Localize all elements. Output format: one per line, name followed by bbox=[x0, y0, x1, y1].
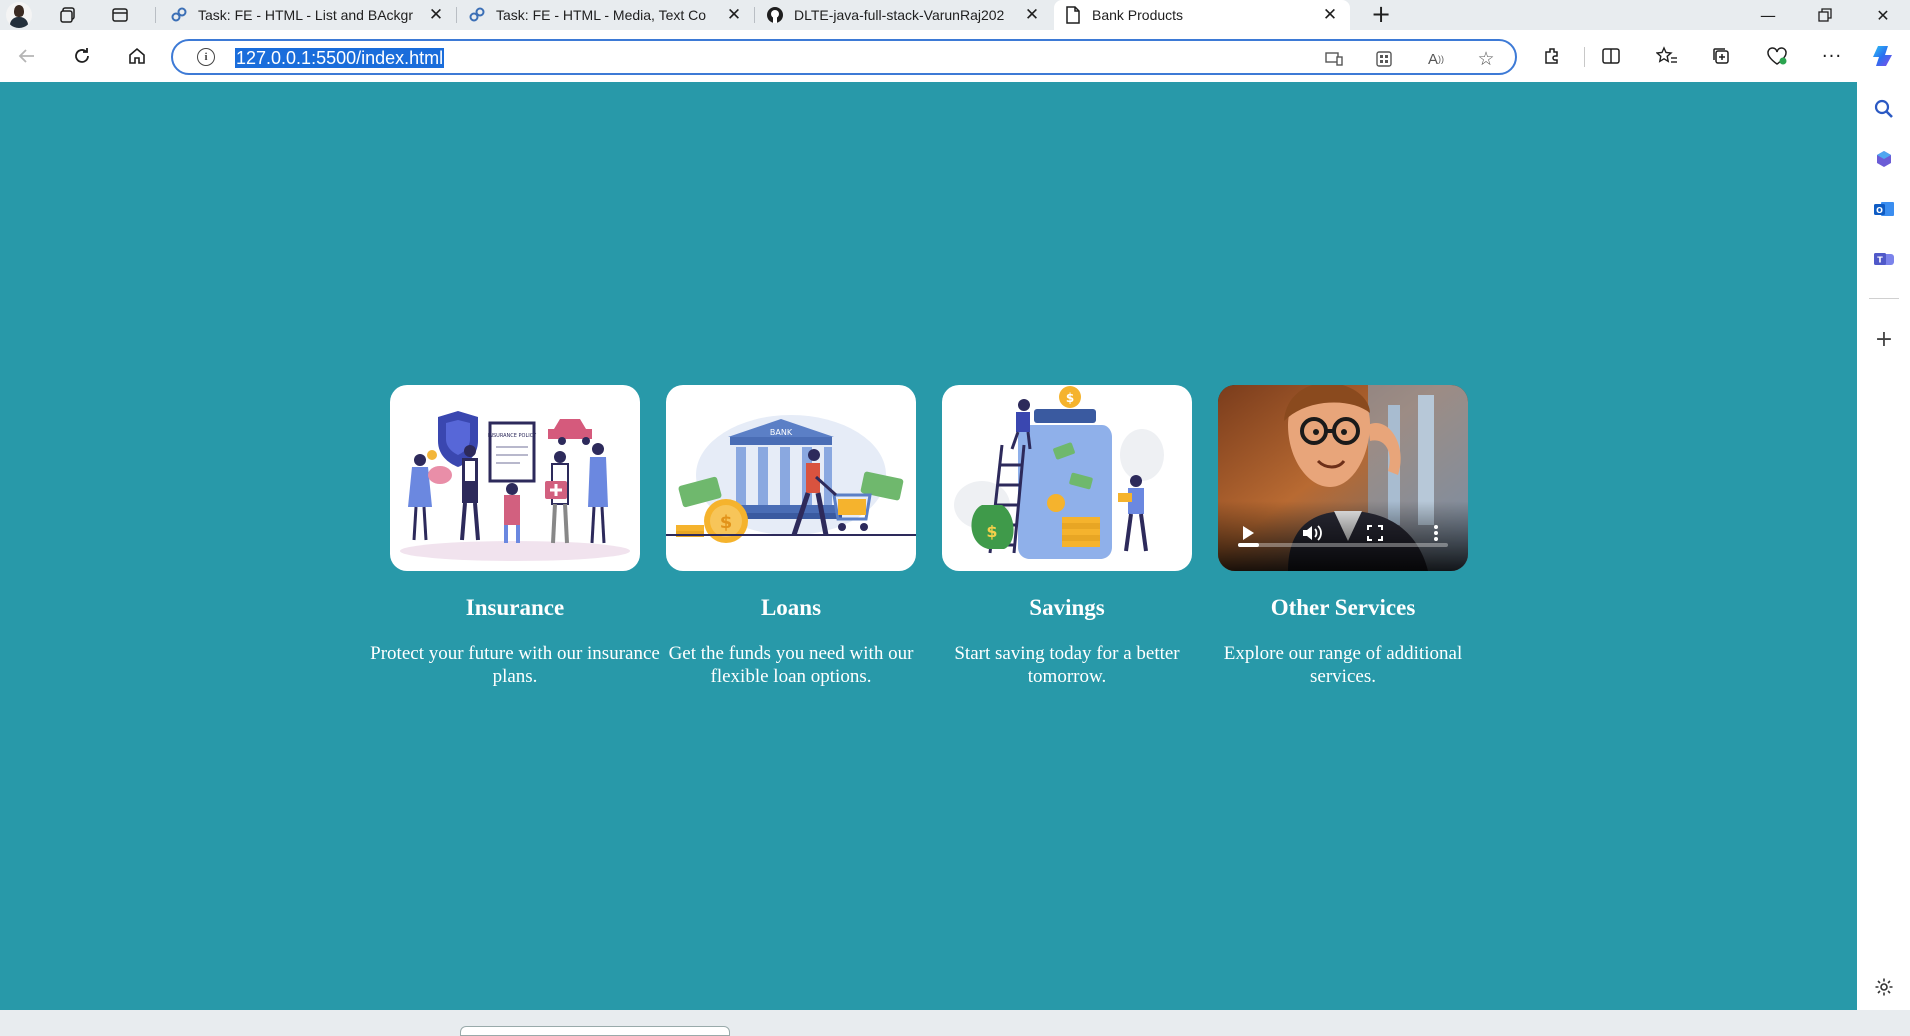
read-aloud-icon[interactable]: A)) bbox=[1425, 48, 1447, 70]
policy-text: INSURANCE POLICY bbox=[488, 433, 537, 439]
tab-task-list-background[interactable]: Task: FE - HTML - List and BAckgr ✕ bbox=[160, 0, 456, 30]
copilot-apps-icon[interactable] bbox=[1871, 146, 1897, 172]
svg-text:$: $ bbox=[720, 512, 733, 533]
close-tab-icon[interactable]: ✕ bbox=[426, 5, 446, 25]
page-icon bbox=[1064, 6, 1082, 24]
close-tab-icon[interactable]: ✕ bbox=[1320, 5, 1340, 25]
url-text[interactable]: 127.0.0.1:5500/index.html bbox=[235, 48, 445, 68]
extensions-icon[interactable] bbox=[1539, 43, 1565, 69]
svg-text:T: T bbox=[1877, 256, 1883, 265]
page-viewport: INSURANCE POLICY Insurance Protect your … bbox=[0, 82, 1857, 1010]
tab-title: Task: FE - HTML - Media, Text Co bbox=[496, 7, 707, 23]
search-icon[interactable] bbox=[1871, 96, 1897, 122]
card-description: Get the funds you need with our flexible… bbox=[668, 643, 914, 687]
favorites-icon[interactable] bbox=[1654, 43, 1680, 69]
card-title: Loans bbox=[760, 595, 822, 620]
fullscreen-icon[interactable] bbox=[1363, 521, 1387, 545]
sidebar-settings-icon[interactable] bbox=[1871, 974, 1897, 1000]
more-options-icon[interactable]: ··· bbox=[1819, 43, 1845, 69]
favorite-star-icon[interactable]: ☆ bbox=[1475, 48, 1497, 70]
task-link-icon bbox=[170, 6, 188, 24]
savings-illustration: $ $ bbox=[942, 385, 1192, 571]
svg-text:O: O bbox=[1876, 206, 1883, 215]
svg-text:$: $ bbox=[986, 522, 997, 541]
split-screen-icon[interactable] bbox=[1598, 43, 1624, 69]
workspaces-icon[interactable] bbox=[58, 5, 78, 25]
taskbar bbox=[0, 1010, 1910, 1036]
outlook-icon[interactable]: O bbox=[1871, 196, 1897, 222]
tab-bank-products[interactable]: Bank Products ✕ bbox=[1054, 0, 1350, 30]
play-icon[interactable] bbox=[1236, 521, 1260, 545]
add-sidebar-app-icon[interactable]: + bbox=[1871, 326, 1897, 352]
site-info-icon[interactable]: i bbox=[197, 48, 215, 66]
insurance-illustration: INSURANCE POLICY bbox=[390, 385, 640, 571]
tab-strip: Task: FE - HTML - List and BAckgr ✕ Task… bbox=[0, 0, 1910, 30]
video-progress-fill bbox=[1238, 543, 1259, 547]
edge-sidebar: O T + bbox=[1857, 82, 1910, 1010]
back-arrow-icon[interactable] bbox=[14, 43, 40, 69]
taskbar-search[interactable] bbox=[460, 1026, 730, 1036]
browser-essentials-icon[interactable] bbox=[1764, 43, 1790, 69]
github-icon bbox=[766, 6, 784, 24]
video-controls bbox=[1218, 501, 1468, 571]
bank-sign-text: BANK bbox=[770, 428, 793, 437]
device-cast-icon[interactable] bbox=[1323, 48, 1345, 70]
loans-illustration: BANK $ bbox=[666, 385, 916, 571]
close-window-button[interactable]: ✕ bbox=[1858, 0, 1908, 30]
card-description: Start saving today for a better tomorrow… bbox=[954, 643, 1180, 687]
task-link-icon bbox=[468, 6, 486, 24]
card-title: Insurance bbox=[465, 595, 565, 620]
card-description: Explore our range of additional services… bbox=[1223, 643, 1463, 687]
address-bar[interactable]: i 127.0.0.1:5500/index.html A)) ☆ bbox=[171, 39, 1517, 75]
collections-icon[interactable] bbox=[1708, 43, 1734, 69]
copilot-icon[interactable] bbox=[1871, 43, 1897, 69]
video-player[interactable] bbox=[1218, 385, 1468, 571]
browser-window: Task: FE - HTML - List and BAckgr ✕ Task… bbox=[0, 0, 1910, 1036]
video-progress-bar[interactable] bbox=[1238, 543, 1448, 547]
tab-title: Bank Products bbox=[1092, 7, 1184, 23]
navigation-toolbar: i 127.0.0.1:5500/index.html A)) ☆ ··· bbox=[0, 30, 1910, 82]
volume-icon[interactable] bbox=[1300, 521, 1324, 545]
svg-text:$: $ bbox=[1066, 391, 1074, 405]
close-tab-icon[interactable]: ✕ bbox=[724, 5, 744, 25]
home-icon[interactable] bbox=[124, 43, 150, 69]
card-description: Protect your future with our insurance p… bbox=[370, 643, 660, 687]
tab-actions-icon[interactable] bbox=[110, 5, 130, 25]
new-tab-button[interactable]: + bbox=[1368, 2, 1394, 28]
refresh-icon[interactable] bbox=[69, 43, 95, 69]
tab-github-repo[interactable]: DLTE-java-full-stack-VarunRaj202 ✕ bbox=[756, 0, 1052, 30]
tab-title: Task: FE - HTML - List and BAckgr bbox=[198, 7, 413, 23]
tab-task-media[interactable]: Task: FE - HTML - Media, Text Co ✕ bbox=[458, 0, 754, 30]
app-available-icon[interactable] bbox=[1373, 48, 1395, 70]
restore-button[interactable] bbox=[1800, 0, 1850, 30]
tab-title: DLTE-java-full-stack-VarunRaj202 bbox=[794, 7, 1005, 23]
profile-avatar[interactable] bbox=[6, 2, 32, 28]
minimize-button[interactable]: — bbox=[1743, 0, 1793, 30]
close-tab-icon[interactable]: ✕ bbox=[1022, 5, 1042, 25]
teams-icon[interactable]: T bbox=[1871, 246, 1897, 272]
card-title: Other Services bbox=[1270, 595, 1416, 620]
video-more-icon[interactable] bbox=[1424, 521, 1448, 545]
card-title: Savings bbox=[1029, 595, 1105, 620]
product-cards: INSURANCE POLICY Insurance Protect your … bbox=[370, 385, 1468, 687]
